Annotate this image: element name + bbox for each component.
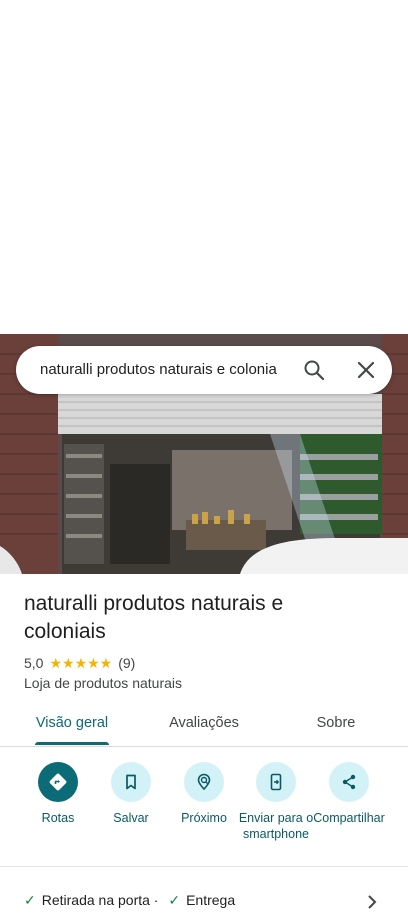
tab-about[interactable]: Sobre: [296, 706, 376, 746]
place-title: naturalli produtos naturais e coloniais: [24, 592, 284, 643]
bookmark-icon: [111, 762, 151, 802]
search-bar[interactable]: naturalli produtos naturais e colonia: [16, 346, 392, 394]
send-to-phone-icon: [256, 762, 296, 802]
tab-reviews[interactable]: Avaliações: [148, 706, 260, 746]
directions-label: Rotas: [41, 811, 75, 825]
place-category: Loja de produtos naturais: [24, 675, 182, 691]
close-icon[interactable]: [354, 358, 378, 382]
directions-button[interactable]: Rotas: [20, 760, 96, 826]
rating-value: 5,0: [24, 655, 44, 671]
share-label: Compartilhar: [313, 811, 385, 825]
chevron-right-icon[interactable]: [362, 892, 382, 912]
save-button[interactable]: Salvar: [93, 760, 169, 826]
active-tab-indicator: [35, 742, 109, 745]
tab-overview[interactable]: Visão geral: [18, 706, 126, 746]
send-to-phone-label: Enviar para o smartphone: [238, 811, 314, 841]
rating-row[interactable]: 5,0 ★★★★★ (9): [24, 653, 135, 673]
search-input[interactable]: naturalli produtos naturais e colonia: [40, 346, 292, 394]
action-buttons: Rotas Salvar Próximo Enviar para o smart…: [0, 760, 408, 864]
search-icon[interactable]: [302, 358, 326, 382]
save-label: Salvar: [113, 811, 149, 825]
check-icon: ✓: [168, 892, 181, 908]
share-button[interactable]: Compartilhar: [311, 760, 387, 826]
service-delivery: Entrega: [186, 892, 236, 908]
nearby-icon: [184, 762, 224, 802]
nearby-label: Próximo: [181, 811, 227, 825]
service-curbside: Retirada na porta ·: [41, 892, 159, 908]
services-row[interactable]: ✓ Retirada na porta · ✓ Entrega: [24, 892, 384, 912]
send-to-phone-button[interactable]: Enviar para o smartphone: [238, 760, 314, 842]
section-divider: [0, 866, 408, 867]
tab-bar: Visão geral Avaliações Sobre: [0, 706, 408, 747]
star-rating-icon: ★★★★★: [49, 654, 113, 671]
share-icon: [329, 762, 369, 802]
directions-icon: [38, 762, 78, 802]
nearby-button[interactable]: Próximo: [166, 760, 242, 826]
check-icon: ✓: [24, 892, 36, 908]
review-count: (9): [118, 655, 136, 671]
